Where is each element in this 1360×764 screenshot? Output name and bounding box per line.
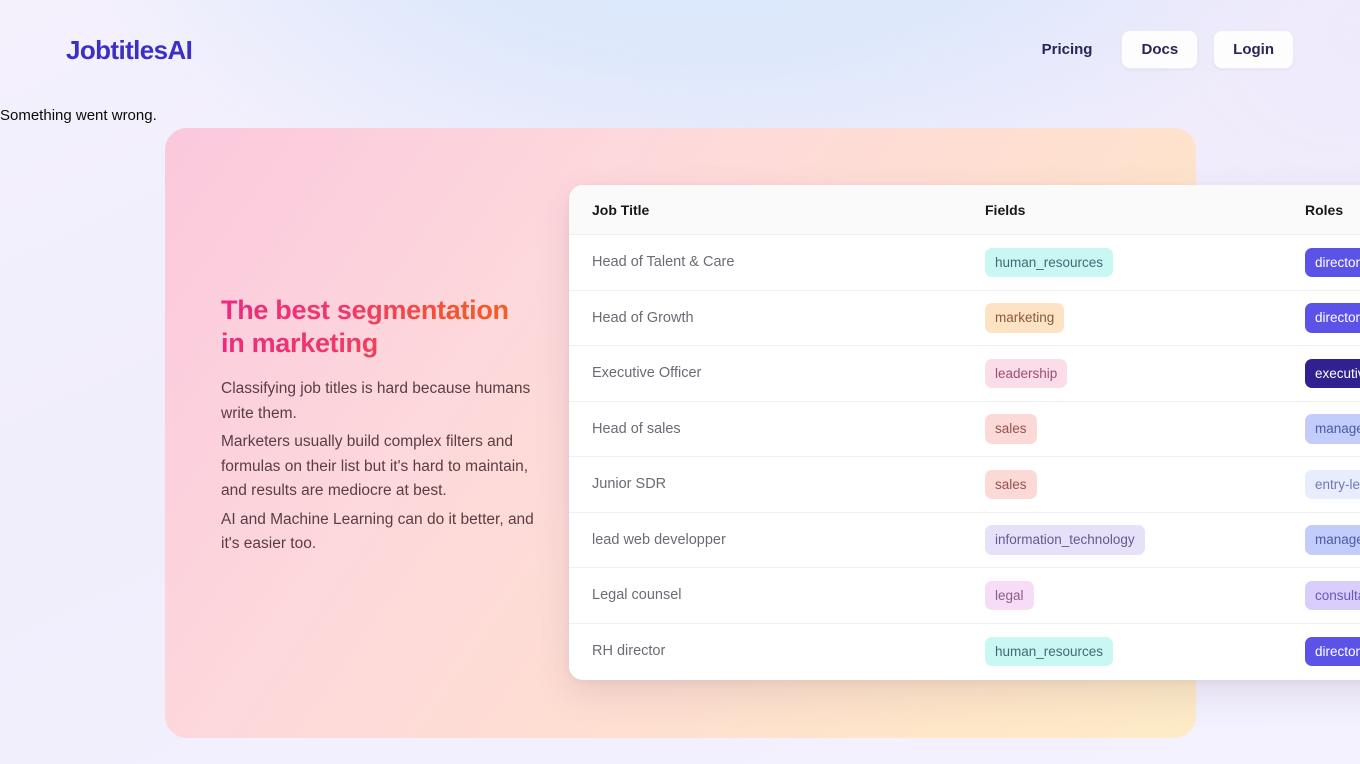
cell-job-title: Head of Growth [569,309,985,327]
role-badge: director [1305,247,1360,277]
hero-content: The best segmentation in marketing Class… [221,294,541,561]
table-row[interactable]: Junior SDR sales entry-level [569,457,1360,513]
cell-field: human_resources [985,247,1305,277]
cell-job-title: Junior SDR [569,475,985,493]
nav-button-login[interactable]: Login [1213,30,1294,69]
role-badge: director [1305,636,1360,666]
cell-field: human_resources [985,636,1305,666]
cell-role: executive [1305,358,1360,388]
table-row[interactable]: Legal counsel legal consultant [569,568,1360,624]
cell-job-title: Head of sales [569,420,985,438]
cell-role: director [1305,303,1360,333]
cell-field: leadership [985,358,1305,388]
cell-job-title: lead web developper [569,531,985,549]
site-header: JobtitlesAI Pricing Docs Login [0,0,1360,99]
job-title-text: RH director [592,643,666,660]
nav-link-pricing[interactable]: Pricing [1028,42,1107,57]
hero-title-line-1: The best segmentation [221,295,509,325]
hero-paragraph-3: AI and Machine Learning can do it better… [221,510,534,553]
cell-role: director [1305,247,1360,277]
job-title-text: Legal counsel [592,587,682,604]
cell-job-title: Executive Officer [569,364,985,382]
role-badge: manager [1305,414,1360,444]
column-header-job-title: Job Title [592,201,650,218]
cell-field: sales [985,469,1305,499]
hero-title-line-2: in marketing [221,328,378,358]
job-title-text: Head of Growth [592,309,694,326]
role-badge: manager [1305,525,1360,555]
field-badge: marketing [985,303,1065,333]
role-badge: executive [1305,358,1360,388]
field-badge: sales [985,469,1037,499]
role-badge: entry-level [1305,469,1360,499]
cell-job-title: Head of Talent & Care [569,253,985,271]
table-row[interactable]: lead web developper information_technolog… [569,512,1360,568]
table-row[interactable]: RH director human_resources director [569,623,1360,679]
cell-field: legal [985,580,1305,610]
cell-role: consultant [1305,580,1360,610]
table-row[interactable]: Head of Growth marketing director [569,290,1360,346]
column-header-roles: Roles [1305,201,1344,218]
cell-role: manager [1305,525,1360,555]
job-title-text: Junior SDR [592,476,667,493]
hero-paragraph-1: Classifying job titles is hard because h… [221,380,531,422]
job-titles-table-card: Job Title Fields Roles Head of Talent & … [569,185,1360,680]
cell-role: manager [1305,414,1360,444]
site-logo[interactable]: JobtitlesAI [66,37,193,63]
field-badge: information_technology [985,525,1145,555]
field-badge: legal [985,580,1034,610]
nav-button-docs[interactable]: Docs [1121,30,1199,69]
header-nav: Pricing Docs Login [1028,30,1294,69]
field-badge: leadership [985,358,1068,388]
column-header-fields: Fields [985,201,1026,218]
cell-field: sales [985,414,1305,444]
table-row[interactable]: Head of sales sales manager [569,401,1360,457]
job-title-text: Executive Officer [592,365,702,382]
table-body: Head of Talent & Care human_resources dire… [569,235,1360,679]
role-badge: director [1305,303,1360,333]
cell-role: director [1305,636,1360,666]
hero-title: The best segmentation in marketing [221,294,541,360]
role-badge: consultant [1305,580,1360,610]
field-badge: sales [985,414,1037,444]
job-title-text: lead web developper [592,531,726,548]
cell-field: information_technology [985,525,1305,555]
cell-job-title: Legal counsel [569,586,985,604]
cell-field: marketing [985,303,1305,333]
error-message: Something went wrong. [0,107,157,124]
job-title-text: Head of sales [592,420,681,437]
table-row[interactable]: Executive Officer leadership executive [569,346,1360,402]
hero-paragraph-2: Marketers usually build complex filters … [221,433,529,499]
field-badge: human_resources [985,636,1114,666]
job-title-text: Head of Talent & Care [592,254,735,271]
table-row[interactable]: Head of Talent & Care human_resources dire… [569,235,1360,291]
cell-role: entry-level [1305,469,1360,499]
cell-job-title: RH director [569,642,985,660]
field-badge: human_resources [985,247,1114,277]
table-header-row: Job Title Fields Roles [569,185,1360,235]
